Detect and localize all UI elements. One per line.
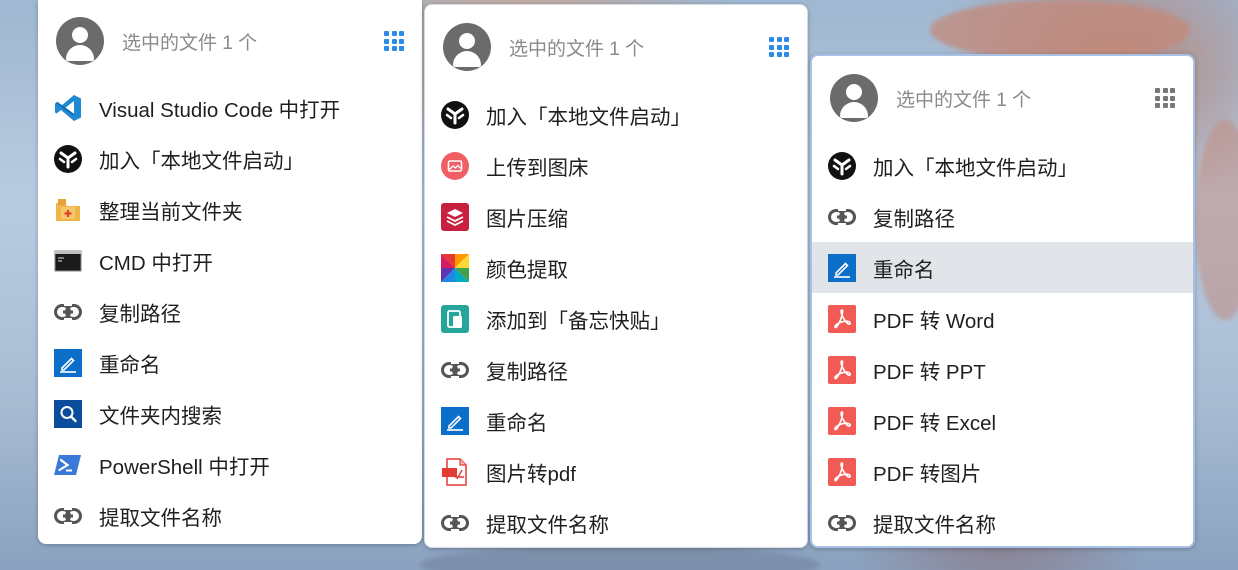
menu-item-label: PDF 转 Word xyxy=(873,309,995,333)
link-icon xyxy=(53,501,83,531)
menu-item-label: PDF 转 PPT xyxy=(873,360,986,384)
menu-item-label: 添加到「备忘快贴」 xyxy=(486,309,671,333)
menu-item-label: 重命名 xyxy=(486,411,548,435)
launcher-icon xyxy=(440,100,470,130)
menu-item-label: Visual Studio Code 中打开 xyxy=(99,98,341,122)
menu-item-label: PowerShell 中打开 xyxy=(99,455,270,479)
menu-item-label: 文件夹内搜索 xyxy=(99,404,222,428)
menu-item-label: 复制路径 xyxy=(486,360,568,384)
link-icon xyxy=(440,355,470,385)
menu-item-extract-filename[interactable]: 提取文件名称 xyxy=(812,497,1193,546)
cmd-icon xyxy=(53,246,83,276)
menu-item-pdf-to-word[interactable]: PDF 转 Word xyxy=(812,293,1193,344)
launcher-icon xyxy=(53,144,83,174)
menu-item-open-in-powershell[interactable]: PowerShell 中打开 xyxy=(38,439,422,490)
avatar xyxy=(443,23,491,71)
menu-item-label: PDF 转 Excel xyxy=(873,411,997,435)
menu-item-image-compress[interactable]: 图片压缩 xyxy=(425,191,807,242)
menu-item-label: 复制路径 xyxy=(873,207,955,231)
menu-list: 加入「本地文件启动」 上传到图床 图片压缩 颜色提取 添加到「备忘快贴」 复制路… xyxy=(425,89,807,547)
header-title: 选中的文件 1 个 xyxy=(509,38,645,60)
avatar xyxy=(830,74,878,122)
context-menu-panel-3: 选中的文件 1 个 加入「本地文件启动」 复制路径 重命名 PDF 转 Word… xyxy=(810,54,1195,548)
menu-item-open-in-vscode[interactable]: Visual Studio Code 中打开 xyxy=(38,82,422,133)
pdf-icon xyxy=(440,457,470,487)
link-icon xyxy=(827,202,857,232)
menu-item-label: 整理当前文件夹 xyxy=(99,200,243,224)
menu-item-rename[interactable]: 重命名 xyxy=(38,337,422,388)
menu-item-label: 复制路径 xyxy=(99,302,181,326)
menu-header: 选中的文件 1 个 xyxy=(812,56,1193,140)
acrobat-icon xyxy=(827,457,857,487)
menu-item-pdf-to-excel[interactable]: PDF 转 Excel xyxy=(812,395,1193,446)
menu-item-label: 加入「本地文件启动」 xyxy=(486,105,691,129)
image-upload-icon xyxy=(440,151,470,181)
powershell-icon xyxy=(53,450,83,480)
launcher-icon xyxy=(827,151,857,181)
menu-item-folder-search[interactable]: 文件夹内搜索 xyxy=(38,388,422,439)
menu-item-open-in-cmd[interactable]: CMD 中打开 xyxy=(38,235,422,286)
menu-item-label: 上传到图床 xyxy=(486,156,589,180)
menu-item-label: 加入「本地文件启动」 xyxy=(873,156,1078,180)
menu-item-label: 提取文件名称 xyxy=(873,513,996,537)
avatar xyxy=(56,17,104,65)
menu-item-rename[interactable]: 重命名 xyxy=(425,395,807,446)
menu-item-organize-folder[interactable]: 整理当前文件夹 xyxy=(38,184,422,235)
grid-icon[interactable] xyxy=(1155,88,1175,108)
menu-item-image-to-pdf[interactable]: 图片转pdf xyxy=(425,446,807,497)
menu-item-add-local-launch[interactable]: 加入「本地文件启动」 xyxy=(38,133,422,184)
menu-item-color-extract[interactable]: 颜色提取 xyxy=(425,242,807,293)
acrobat-icon xyxy=(827,304,857,334)
menu-item-add-memo-clip[interactable]: 添加到「备忘快贴」 xyxy=(425,293,807,344)
menu-list: 加入「本地文件启动」 复制路径 重命名 PDF 转 Word PDF 转 PPT xyxy=(812,140,1193,546)
menu-item-upload-image-host[interactable]: 上传到图床 xyxy=(425,140,807,191)
clipboard-icon xyxy=(440,304,470,334)
folder-search-icon xyxy=(53,399,83,429)
menu-item-copy-path[interactable]: 复制路径 xyxy=(812,191,1193,242)
menu-item-label: 颜色提取 xyxy=(486,258,568,282)
menu-item-label: 图片压缩 xyxy=(486,207,568,231)
vscode-icon xyxy=(53,93,83,123)
context-menu-panel-1: 选中的文件 1 个 Visual Studio Code 中打开 加入「本地文件… xyxy=(38,0,422,544)
menu-item-label: 图片转pdf xyxy=(486,462,576,486)
acrobat-icon xyxy=(827,406,857,436)
menu-item-extract-filename[interactable]: 提取文件名称 xyxy=(38,490,422,541)
menu-header: 选中的文件 1 个 xyxy=(425,5,807,89)
header-title: 选中的文件 1 个 xyxy=(122,32,258,54)
menu-header: 选中的文件 1 个 xyxy=(38,0,422,82)
menu-item-copy-path[interactable]: 复制路径 xyxy=(425,344,807,395)
menu-item-rename[interactable]: 重命名 xyxy=(812,242,1193,293)
menu-item-label: CMD 中打开 xyxy=(99,251,213,275)
context-menu-panel-2: 选中的文件 1 个 加入「本地文件启动」 上传到图床 图片压缩 颜色提取 添加到… xyxy=(424,4,808,548)
folder-organize-icon xyxy=(53,195,83,225)
menu-item-label: 提取文件名称 xyxy=(486,513,609,537)
menu-item-pdf-to-ppt[interactable]: PDF 转 PPT xyxy=(812,344,1193,395)
rename-icon xyxy=(440,406,470,436)
menu-item-label: 提取文件名称 xyxy=(99,506,222,530)
menu-item-copy-path[interactable]: 复制路径 xyxy=(38,286,422,337)
menu-list: Visual Studio Code 中打开 加入「本地文件启动」 整理当前文件… xyxy=(38,82,422,541)
menu-item-add-local-launch[interactable]: 加入「本地文件启动」 xyxy=(812,140,1193,191)
header-title: 选中的文件 1 个 xyxy=(896,89,1032,111)
menu-item-label: 重命名 xyxy=(99,353,161,377)
link-icon xyxy=(440,508,470,538)
color-picker-icon xyxy=(440,253,470,283)
acrobat-icon xyxy=(827,355,857,385)
menu-item-label: 加入「本地文件启动」 xyxy=(99,149,304,173)
link-icon xyxy=(827,508,857,538)
menu-item-pdf-to-image[interactable]: PDF 转图片 xyxy=(812,446,1193,497)
menu-item-label: PDF 转图片 xyxy=(873,462,982,486)
rename-icon xyxy=(53,348,83,378)
grid-icon[interactable] xyxy=(384,31,404,51)
grid-icon[interactable] xyxy=(769,37,789,57)
menu-item-label: 重命名 xyxy=(873,258,935,282)
menu-item-add-local-launch[interactable]: 加入「本地文件启动」 xyxy=(425,89,807,140)
link-icon xyxy=(53,297,83,327)
image-compress-icon xyxy=(440,202,470,232)
rename-icon xyxy=(827,253,857,283)
menu-item-extract-filename[interactable]: 提取文件名称 xyxy=(425,497,807,547)
